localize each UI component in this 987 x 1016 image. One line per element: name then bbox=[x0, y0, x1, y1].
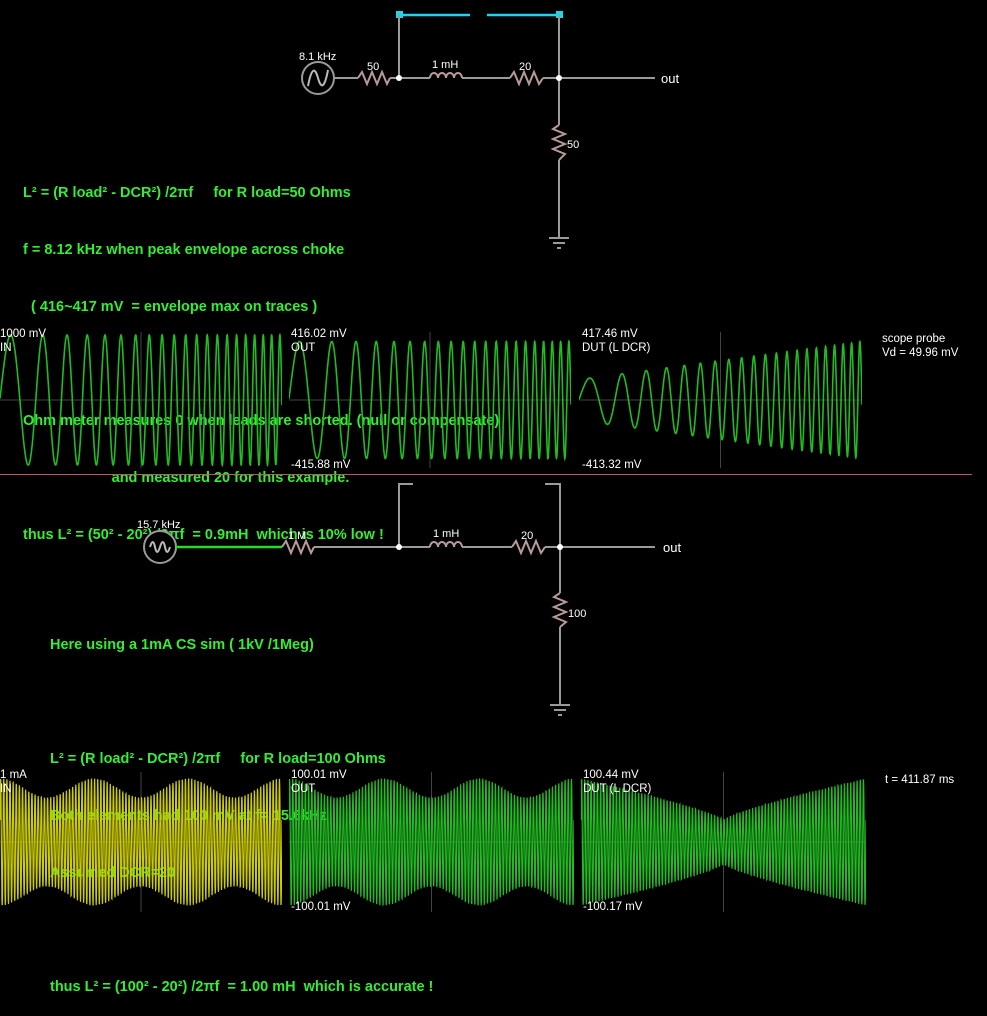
scope-bottom-dut-name: DUT (L DCR) bbox=[583, 783, 652, 795]
note-line: L² = (R load² - DCR²) /2πf for R load=10… bbox=[50, 751, 386, 767]
inductor-label: 1 mH bbox=[432, 59, 458, 71]
inductor-icon[interactable] bbox=[429, 541, 463, 548]
resistor-load-label: 50 bbox=[567, 139, 579, 151]
scope-top-out-min: -415.88 mV bbox=[291, 459, 351, 471]
scope-bottom-dut-min: -100.17 mV bbox=[583, 901, 643, 913]
scope-bottom-out[interactable] bbox=[289, 772, 574, 912]
scope-bottom-out-name: OUT bbox=[291, 783, 316, 795]
inductor-icon[interactable] bbox=[429, 72, 463, 79]
scope-bottom-dut-max: 100.44 mV bbox=[583, 769, 639, 781]
resistor-dcr-label: 20 bbox=[521, 530, 533, 542]
scope-bottom-in-name: IN bbox=[0, 783, 12, 795]
source-freq-label: 15.7 kHz bbox=[137, 519, 180, 531]
resistor-load[interactable] bbox=[551, 592, 569, 628]
ground-icon bbox=[550, 704, 570, 716]
scope-bottom-out-max: 100.01 mV bbox=[291, 769, 347, 781]
scope-bottom-out-min: -100.01 mV bbox=[291, 901, 351, 913]
scope-top-out[interactable] bbox=[289, 332, 571, 468]
note-line bbox=[50, 693, 433, 712]
scope-top-out-name: OUT bbox=[291, 342, 316, 354]
out-label: out bbox=[661, 71, 679, 86]
note-line: ( 416~417 mV = envelope max on traces ) bbox=[23, 299, 318, 315]
inductor-label: 1 mH bbox=[433, 528, 459, 540]
time-readout: t = 411.87 ms bbox=[885, 774, 955, 786]
scope-probe-label: scope probe bbox=[882, 333, 946, 345]
scope-top-dut-name: DUT (L DCR) bbox=[582, 342, 651, 354]
ac-source-icon[interactable] bbox=[301, 61, 335, 95]
scope-bottom-out-canvas bbox=[289, 772, 574, 912]
note-line: f = 8.12 kHz when peak envelope across c… bbox=[23, 242, 345, 258]
scope-bottom-in-max: 1 mA bbox=[0, 769, 27, 781]
note-line: Here using a 1mA CS sim ( 1kV /1Meg) bbox=[50, 637, 314, 653]
current-source-icon[interactable] bbox=[143, 530, 177, 564]
scope-top-dut-min: -413.32 mV bbox=[582, 459, 642, 471]
scope-top-out-canvas bbox=[289, 332, 571, 468]
note-line: L² = (R load² - DCR²) /2πf for R load=50… bbox=[23, 185, 351, 201]
scope-bottom-in[interactable] bbox=[0, 772, 282, 912]
source-freq-label: 8.1 kHz bbox=[299, 51, 336, 63]
resistor-dcr[interactable] bbox=[511, 538, 546, 556]
resistor-dcr-label: 20 bbox=[519, 61, 531, 73]
out-label: out bbox=[663, 540, 681, 555]
scope-probe-value: Vd = 49.96 mV bbox=[882, 347, 959, 359]
ground-icon bbox=[549, 237, 569, 249]
note-line: thus L² = (100² - 20²) /2πf = 1.00 mH wh… bbox=[50, 979, 434, 995]
scope-top-in-name: IN bbox=[0, 342, 12, 354]
resistor-source[interactable] bbox=[281, 538, 315, 556]
switch[interactable] bbox=[396, 11, 563, 18]
scope-bottom-in-canvas bbox=[0, 772, 282, 912]
scope-top-dut-max: 417.46 mV bbox=[582, 328, 638, 340]
resistor-source-label: 50 bbox=[367, 61, 379, 73]
note-line bbox=[50, 921, 433, 940]
resistor-load-label: 100 bbox=[568, 608, 586, 620]
scope-top-out-max: 416.02 mV bbox=[291, 328, 347, 340]
resistor-source[interactable] bbox=[357, 69, 391, 87]
resistor-source-label: 1 M bbox=[288, 530, 306, 542]
scope-top-in[interactable] bbox=[0, 332, 282, 468]
resistor-dcr[interactable] bbox=[509, 69, 544, 87]
scope-top-in-canvas bbox=[0, 332, 282, 468]
scope-top-in-max: 1000 mV bbox=[0, 328, 47, 340]
resistor-load[interactable] bbox=[550, 124, 568, 161]
